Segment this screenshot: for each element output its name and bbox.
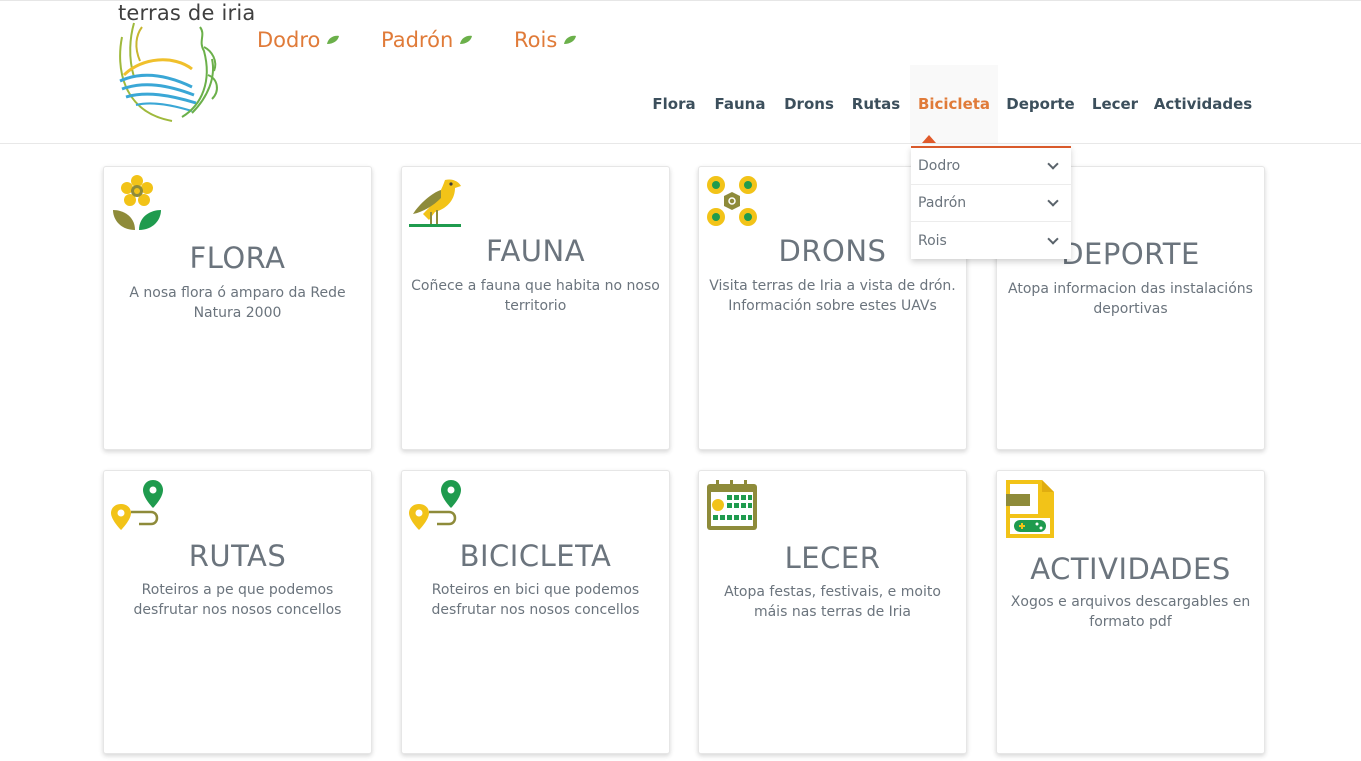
card-description: Atopa festas, festivais, e moito máis na… [724, 584, 941, 620]
leaf-icon [460, 35, 473, 44]
card-description: Visita terras de Iria a vista de drón. I… [709, 278, 956, 314]
card-description: A nosa flora ó amparo da Rede Natura 200… [129, 285, 346, 321]
town-link-label: Padrón [381, 28, 454, 52]
card-lecer[interactable]: LECER Atopa festas, festivais, e moito m… [698, 470, 967, 754]
card-actividades[interactable]: ACTIVIDADES Xogos e arquivos descargable… [996, 470, 1265, 754]
card-description: Xogos e arquivos descargables en formato… [1010, 594, 1251, 630]
route-icon [409, 480, 461, 530]
dropdown-caret-icon [922, 135, 936, 143]
card-fauna[interactable]: FAUNA Coñece a fauna que habita no noso … [401, 166, 670, 450]
card-title: FAUNA [485, 234, 586, 268]
site-header: terras de iria Dodro Padrón Rois Flora F… [0, 0, 1361, 144]
logo-icon[interactable] [112, 17, 227, 127]
nav-item-fauna[interactable]: Fauna [708, 65, 772, 143]
card-description: Coñece a fauna que habita no noso territ… [411, 278, 660, 314]
card-description: Atopa informacion das instalacións depor… [1008, 281, 1253, 317]
calendar-icon [707, 480, 757, 530]
leaf-icon [564, 35, 577, 44]
nav-item-drons[interactable]: Drons [779, 65, 839, 143]
dropdown-item-dodro[interactable]: Dodro [911, 148, 1071, 185]
dropdown-item-padron[interactable]: Padrón [911, 185, 1071, 222]
dropdown-item-rois[interactable]: Rois [911, 222, 1071, 259]
card-flora[interactable]: FLORA A nosa flora ó amparo da Rede Natu… [103, 166, 372, 450]
leaf-icon [327, 35, 340, 44]
chevron-down-icon[interactable] [1047, 158, 1059, 170]
dropdown-item-label: Dodro [918, 158, 961, 174]
card-title: ACTIVIDADES [1030, 552, 1231, 586]
chevron-down-icon[interactable] [1047, 232, 1059, 245]
card-description: Roteiros en bici que podemos desfrutar n… [431, 582, 640, 618]
bicicleta-dropdown-menu: Dodro Padrón Rois [911, 146, 1071, 259]
game-file-icon [1006, 480, 1054, 538]
card-title: LECER [784, 541, 881, 575]
chevron-down-icon[interactable] [1047, 195, 1059, 207]
nav-item-flora[interactable]: Flora [646, 65, 702, 143]
dropdown-item-label: Rois [918, 232, 947, 249]
town-link-rois[interactable]: Rois [514, 28, 577, 52]
card-title: BICICLETA [459, 539, 612, 573]
card-bicicleta[interactable]: BICICLETA Roteiros en bici que podemos d… [401, 470, 670, 754]
card-rutas[interactable]: RUTAS Roteiros a pe que podemos desfruta… [103, 470, 372, 754]
flower-icon [113, 175, 161, 230]
card-description: Roteiros a pe que podemos desfrutar nos … [133, 582, 342, 618]
nav-item-rutas[interactable]: Rutas [846, 65, 906, 143]
card-title: FLORA [189, 241, 286, 275]
dropdown-item-label: Padrón [918, 195, 967, 211]
drone-icon [707, 176, 757, 226]
nav-item-lecer[interactable]: Lecer [1086, 65, 1144, 143]
town-link-padron[interactable]: Padrón [381, 28, 473, 52]
nav-item-bicicleta[interactable]: Bicicleta [910, 65, 998, 143]
town-link-label: Dodro [257, 28, 321, 52]
nav-item-deporte[interactable]: Deporte [1003, 65, 1078, 143]
town-link-label: Rois [514, 28, 558, 52]
bird-icon [409, 179, 461, 227]
card-title: RUTAS [188, 539, 287, 573]
town-link-dodro[interactable]: Dodro [257, 28, 340, 52]
route-icon [111, 480, 163, 530]
nav-item-actividades[interactable]: Actividades [1152, 65, 1254, 143]
